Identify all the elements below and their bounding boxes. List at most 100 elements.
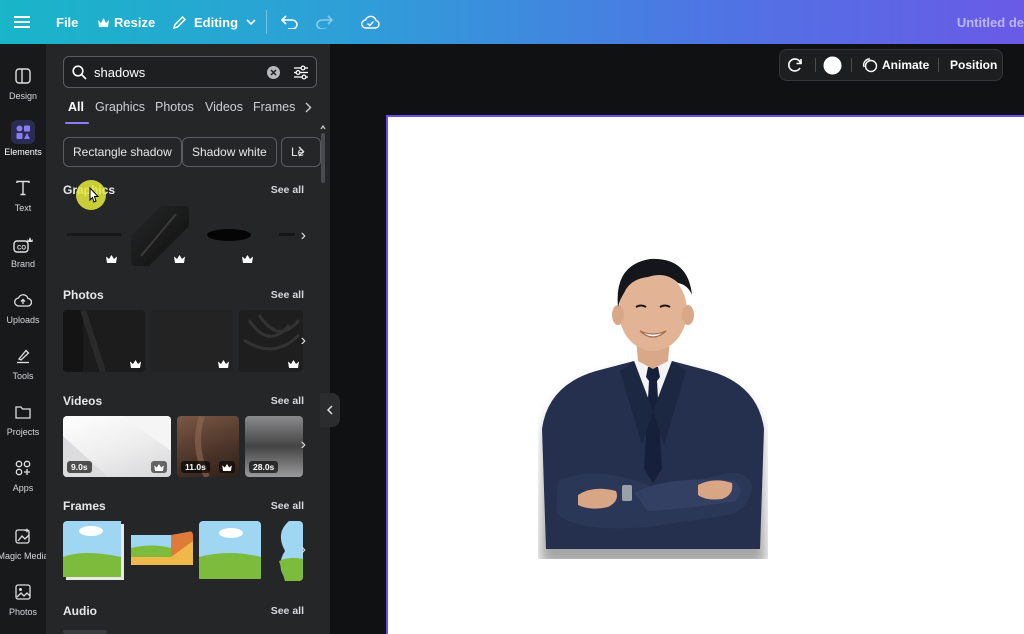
video-thumbnail[interactable]: 28.0s: [245, 416, 303, 477]
rail-item-brand[interactable]: CO Brand: [0, 226, 46, 278]
apps-icon: [11, 456, 35, 480]
rail-label-design: Design: [8, 91, 37, 101]
carousel-next-arrow[interactable]: ›: [301, 436, 306, 454]
rail-item-uploads[interactable]: Uploads: [0, 282, 46, 334]
search-input[interactable]: shadows: [63, 56, 317, 88]
rail-item-photos[interactable]: Photos: [0, 574, 46, 626]
collapse-panel-button[interactable]: [320, 393, 340, 427]
undo-button[interactable]: [281, 0, 298, 44]
cursor-highlight: [76, 180, 106, 210]
rail-label-photos: Photos: [8, 607, 38, 617]
resize-button[interactable]: Resize: [98, 0, 155, 44]
position-label: Position: [950, 58, 998, 72]
frame-thumbnail[interactable]: [199, 521, 261, 581]
carousel-next-arrow[interactable]: ›: [301, 227, 306, 245]
rail-label-elements: Elements: [4, 147, 42, 157]
search-value: shadows: [94, 65, 146, 80]
rail-item-text[interactable]: Text: [0, 170, 46, 222]
graphic-thumbnail[interactable]: [63, 206, 121, 266]
frame-thumbnail[interactable]: [63, 521, 125, 581]
clear-icon[interactable]: [267, 66, 280, 79]
rail-item-magic-media[interactable]: Magic Media: [0, 518, 49, 570]
suggestion-chip[interactable]: Rectangle shadow: [63, 137, 182, 167]
frame-thumbnail[interactable]: [131, 531, 193, 571]
resize-label: Resize: [114, 14, 156, 30]
frame-thumbnail[interactable]: [275, 521, 303, 581]
filter-icon[interactable]: [293, 65, 309, 80]
see-all-photos[interactable]: See all: [271, 289, 304, 301]
carousel-next-arrow[interactable]: ›: [301, 541, 306, 559]
context-toolbar: Animate Position: [779, 49, 1003, 81]
rail-label-projects: Projects: [6, 427, 40, 437]
file-label: File: [56, 14, 79, 30]
toolbar-divider: [266, 10, 267, 34]
see-all-graphics[interactable]: See all: [271, 184, 304, 196]
menu-button[interactable]: [14, 0, 30, 44]
photo-thumbnail[interactable]: [63, 310, 145, 372]
see-all-audio[interactable]: See all: [271, 605, 304, 617]
graphic-thumbnail[interactable]: [267, 206, 295, 266]
editing-dropdown[interactable]: Editing: [172, 0, 256, 44]
video-thumbnail[interactable]: 9.0s: [63, 416, 171, 477]
magic-media-icon: [11, 524, 35, 548]
rail-label-brand: Brand: [10, 259, 36, 269]
photo-thumbnail[interactable]: [151, 310, 233, 372]
document-title[interactable]: Untitled de: [957, 0, 1024, 44]
file-menu[interactable]: File: [56, 0, 78, 44]
chip-label: Shadow white: [192, 145, 267, 159]
cloud-save-status[interactable]: [361, 0, 380, 44]
premium-crown-icon: [215, 358, 231, 370]
graphic-thumbnail[interactable]: [199, 206, 257, 266]
elements-panel: shadows All Graphics Photos Videos Frame…: [46, 44, 330, 634]
rail-item-projects[interactable]: Projects: [0, 394, 46, 446]
rail-item-apps[interactable]: Apps: [0, 450, 46, 502]
see-all-videos[interactable]: See all: [271, 395, 304, 407]
panel-scrollbar[interactable]: [320, 124, 326, 184]
tab-photos[interactable]: Photos: [155, 100, 194, 114]
color-swatch-button[interactable]: [823, 50, 842, 80]
text-icon: [11, 176, 35, 200]
replace-button[interactable]: [787, 50, 804, 80]
rail-item-tools[interactable]: Tools: [0, 338, 46, 390]
person-photo[interactable]: [538, 249, 768, 559]
rail-label-uploads: Uploads: [6, 315, 40, 325]
chevron-right-icon[interactable]: [305, 102, 312, 113]
document-title-text: Untitled de: [956, 14, 1024, 30]
toolbar-divider: [938, 58, 939, 72]
design-page[interactable]: [386, 115, 1024, 634]
tab-all[interactable]: All: [68, 100, 84, 114]
premium-crown-icon: [239, 253, 255, 265]
tab-videos[interactable]: Videos: [205, 100, 243, 114]
position-button[interactable]: Position: [950, 50, 997, 80]
rotate-replace-icon: [788, 58, 802, 72]
animate-icon: [862, 58, 878, 73]
redo-button[interactable]: [316, 0, 333, 44]
premium-crown-icon: [151, 461, 167, 473]
category-tabs: All Graphics Photos Videos Frames: [68, 100, 318, 124]
rail-item-design[interactable]: Design: [0, 58, 46, 110]
rail-label-text: Text: [14, 203, 32, 213]
audio-thumbnail[interactable]: [63, 630, 107, 634]
rail-label-magic-media: Magic Media: [0, 551, 49, 561]
chevron-left-icon: [327, 405, 333, 415]
video-thumbnail[interactable]: 11.0s: [177, 416, 239, 477]
premium-crown-icon: [171, 253, 187, 265]
carousel-next-arrow[interactable]: ›: [301, 332, 306, 350]
brand-icon: CO: [11, 232, 35, 256]
rail-item-elements[interactable]: Elements: [0, 114, 46, 166]
uploads-icon: [11, 288, 35, 312]
chevron-right-icon[interactable]: [298, 146, 305, 157]
active-tab-indicator: [65, 122, 89, 124]
redo-icon: [316, 15, 333, 29]
video-duration: 9.0s: [67, 461, 92, 473]
svg-text:CO: CO: [17, 246, 26, 252]
graphic-thumbnail[interactable]: [131, 206, 189, 266]
tab-frames[interactable]: Frames: [253, 100, 295, 114]
suggestion-chip[interactable]: Shadow white: [182, 137, 277, 167]
photo-thumbnail[interactable]: [239, 310, 303, 372]
see-all-frames[interactable]: See all: [271, 500, 304, 512]
crown-icon: [98, 17, 109, 27]
animate-button[interactable]: Animate: [862, 50, 929, 80]
tab-graphics[interactable]: Graphics: [95, 100, 145, 114]
premium-crown-icon: [219, 461, 235, 473]
